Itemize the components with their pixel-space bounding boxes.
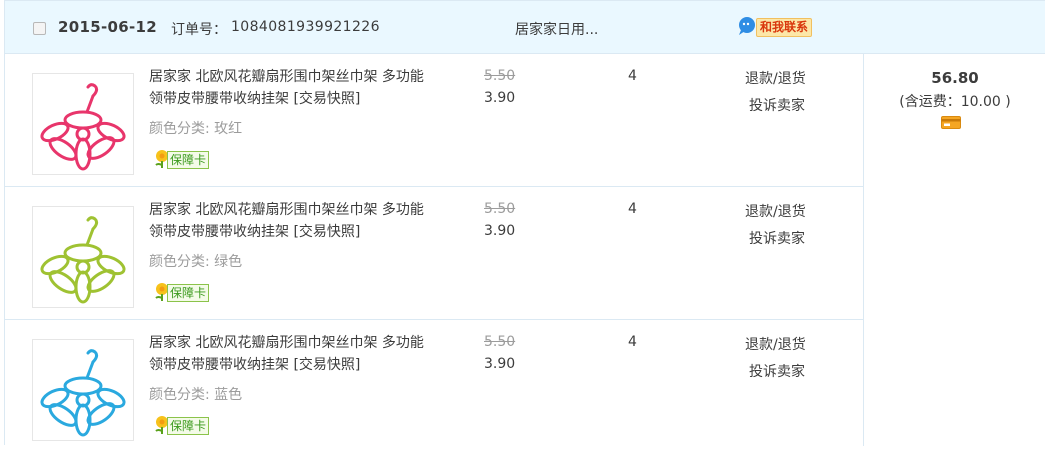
product-sku: 颜色分类: 玫红	[149, 121, 243, 137]
complain-seller-link[interactable]: 投诉卖家	[749, 95, 805, 115]
original-price: 5.50	[484, 334, 516, 350]
contact-seller-label: 和我联系	[756, 18, 813, 37]
order-item-row: 居家家 北欧风花瓣扇形围巾架丝巾架 多功能领带皮带腰带收纳挂架 [交易快照] 颜…	[5, 320, 863, 453]
order-card: 2015-06-12 订单号： 1084081939921226 居家家日用..…	[4, 0, 1045, 446]
order-item-row: 居家家 北欧风花瓣扇形围巾架丝巾架 多功能领带皮带腰带收纳挂架 [交易快照] 颜…	[5, 54, 863, 187]
guarantee-card-label: 保障卡	[167, 151, 210, 169]
payment-card-icon[interactable]	[941, 116, 961, 129]
order-number: 1084081939921226	[231, 19, 380, 35]
shipping-fee: (含运费：10.00 )	[899, 94, 1011, 110]
original-price: 5.50	[484, 201, 516, 217]
quantity: 4	[628, 334, 637, 350]
product-title-link[interactable]: 居家家 北欧风花瓣扇形围巾架丝巾架 多功能领带皮带腰带收纳挂架 [交易快照]	[149, 199, 429, 243]
guarantee-card-badge[interactable]: 保障卡	[153, 282, 217, 302]
product-thumbnail[interactable]	[32, 206, 134, 308]
complain-seller-link[interactable]: 投诉卖家	[749, 228, 805, 248]
guarantee-card-label: 保障卡	[167, 284, 210, 302]
unit-price: 3.90	[484, 90, 516, 106]
product-thumbnail[interactable]	[32, 73, 134, 175]
order-number-label: 订单号：	[171, 22, 227, 38]
refund-return-link[interactable]: 退款/退货	[745, 68, 806, 88]
order-select-checkbox[interactable]	[33, 22, 46, 35]
guarantee-card-label: 保障卡	[167, 417, 210, 435]
order-item-row: 居家家 北欧风花瓣扇形围巾架丝巾架 多功能领带皮带腰带收纳挂架 [交易快照] 颜…	[5, 187, 863, 320]
quantity: 4	[628, 201, 637, 217]
hanger-image	[40, 83, 126, 171]
product-sku: 颜色分类: 蓝色	[149, 387, 243, 403]
unit-price: 3.90	[484, 223, 516, 239]
order-header: 2015-06-12 订单号： 1084081939921226 居家家日用..…	[5, 1, 1045, 54]
order-total-column: 56.80 (含运费：10.00 )	[863, 54, 1045, 446]
unit-price: 3.90	[484, 356, 516, 372]
order-date: 2015-06-12	[58, 18, 157, 36]
hanger-image	[40, 349, 126, 437]
quantity: 4	[628, 68, 637, 84]
order-total: 56.80	[931, 69, 979, 87]
guarantee-card-badge[interactable]: 保障卡	[153, 149, 217, 169]
product-sku: 颜色分类: 绿色	[149, 254, 243, 270]
product-title-link[interactable]: 居家家 北欧风花瓣扇形围巾架丝巾架 多功能领带皮带腰带收纳挂架 [交易快照]	[149, 66, 429, 110]
refund-return-link[interactable]: 退款/退货	[745, 334, 806, 354]
shop-name-link[interactable]: 居家家日用...	[515, 19, 598, 39]
product-thumbnail[interactable]	[32, 339, 134, 441]
product-title-link[interactable]: 居家家 北欧风花瓣扇形围巾架丝巾架 多功能领带皮带腰带收纳挂架 [交易快照]	[149, 332, 429, 376]
complain-seller-link[interactable]: 投诉卖家	[749, 361, 805, 381]
guarantee-card-badge[interactable]: 保障卡	[153, 415, 217, 435]
original-price: 5.50	[484, 68, 516, 84]
hanger-image	[40, 216, 126, 304]
refund-return-link[interactable]: 退款/退货	[745, 201, 806, 221]
